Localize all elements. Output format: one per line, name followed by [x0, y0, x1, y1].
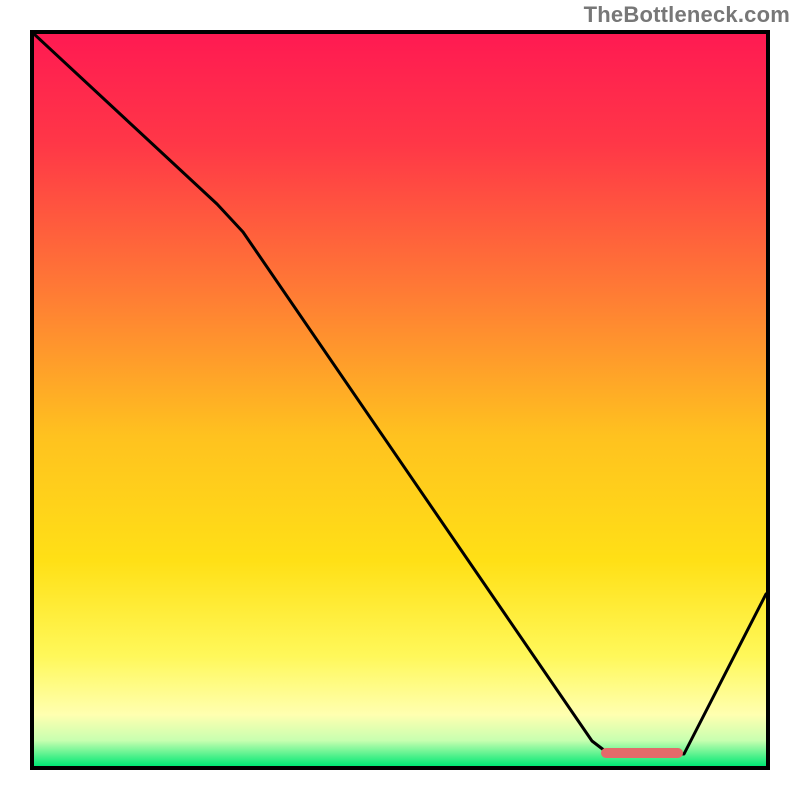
- plot-area: [30, 30, 770, 770]
- chart-frame: TheBottleneck.com: [0, 0, 800, 800]
- watermark-text: TheBottleneck.com: [584, 2, 790, 28]
- bottleneck-curve: [34, 34, 766, 766]
- optimal-zone-marker: [601, 748, 683, 758]
